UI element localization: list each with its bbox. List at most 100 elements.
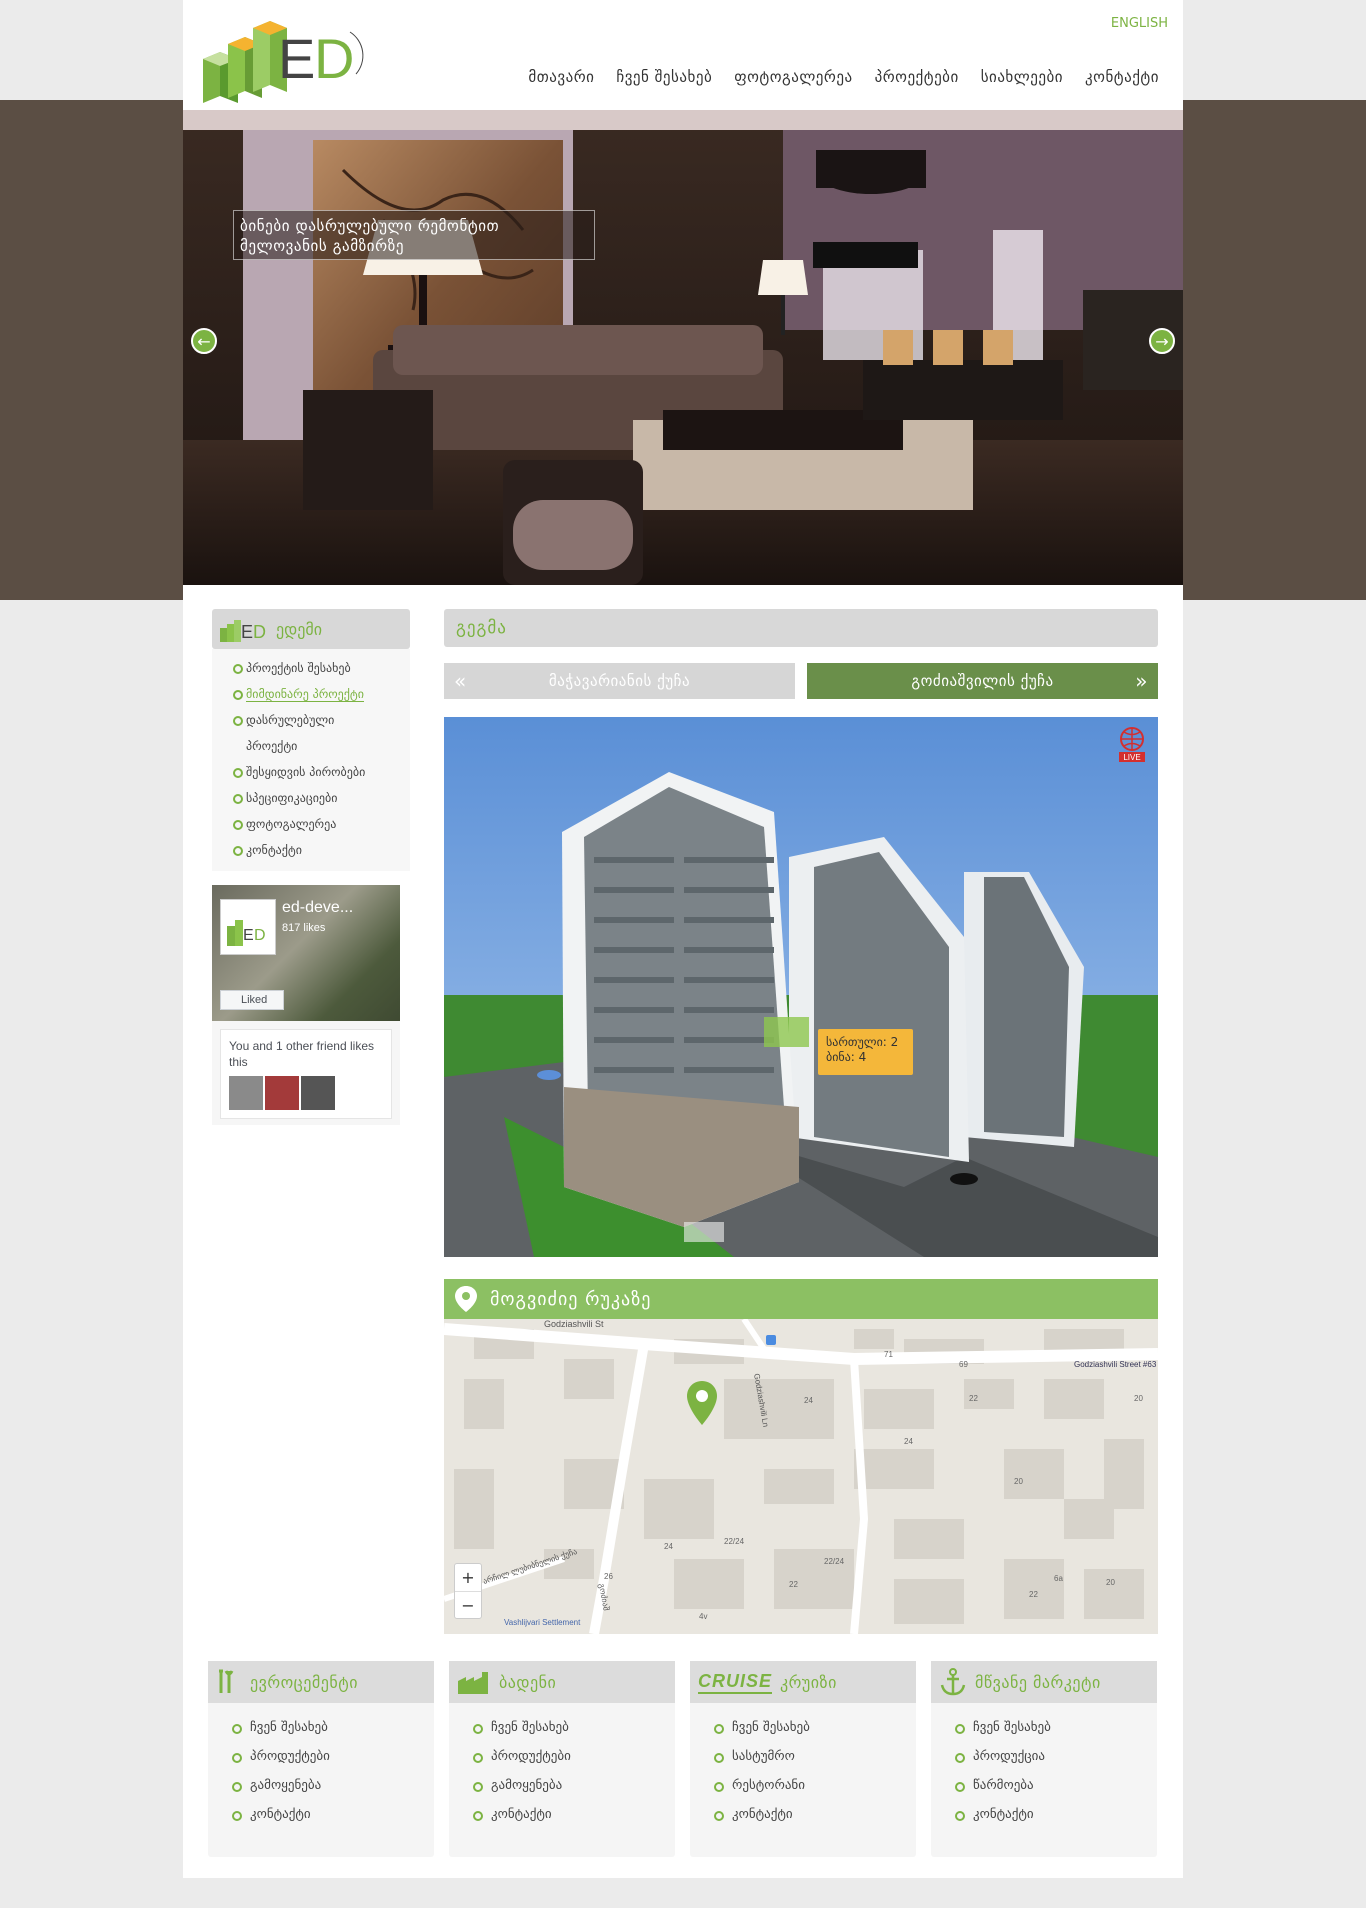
svg-text:E: E bbox=[278, 27, 315, 90]
nav-item-gallery[interactable]: ფოტოგალერეა bbox=[734, 68, 852, 86]
footer-link[interactable]: პროდუქტები bbox=[473, 1742, 675, 1771]
page-container: E D ENGLISH მთავარი ჩვენ შესახებ ფოტოგალ… bbox=[183, 0, 1183, 1878]
tab-godziashvili-street[interactable]: გოძიაშვილის ქუჩა » bbox=[807, 663, 1158, 699]
location-map[interactable]: Godziashvili St Vashlijvari Settlement G… bbox=[444, 1319, 1158, 1634]
map-image: Godziashvili St Vashlijvari Settlement G… bbox=[444, 1319, 1158, 1634]
facebook-cover[interactable]: E D ed-deve... 817 likes Liked bbox=[212, 885, 400, 1021]
footer-column-eurocement: ევროცემენტი ჩვენ შესახებ პროდუქტები გამო… bbox=[208, 1661, 434, 1857]
sidebar-item-gallery[interactable]: ფოტოგალერეა bbox=[222, 811, 410, 837]
slider-next-button[interactable]: → bbox=[1149, 328, 1175, 354]
location-marker-icon[interactable] bbox=[684, 1379, 720, 1427]
house-number: 20 bbox=[1134, 1394, 1143, 1403]
svg-text:E: E bbox=[241, 622, 253, 642]
facebook-page-name[interactable]: ed-deve... bbox=[282, 899, 353, 917]
facebook-friends-text: You and 1 other friend likes this bbox=[229, 1039, 374, 1069]
footer-link[interactable]: გამოყენება bbox=[473, 1771, 675, 1800]
house-number: 6a bbox=[1054, 1574, 1063, 1583]
nav-item-about[interactable]: ჩვენ შესახებ bbox=[616, 68, 712, 86]
facebook-likes-count: 817 likes bbox=[282, 922, 326, 934]
hero-slide-image bbox=[183, 110, 1183, 585]
sidebar-item-specifications[interactable]: სპეციფიკაციები bbox=[222, 785, 410, 811]
footer-link[interactable]: წარმოება bbox=[955, 1771, 1157, 1800]
footer-link[interactable]: ჩვენ შესახებ bbox=[473, 1713, 675, 1742]
tab-label: გოძიაშვილის ქუჩა bbox=[911, 672, 1054, 690]
content-area: E D ედემი პროექტის შესახებ მიმდინარე პრო… bbox=[183, 585, 1183, 1878]
sidebar-title: ედემი bbox=[276, 619, 322, 639]
arrow-right-icon: → bbox=[1155, 332, 1169, 351]
house-number: 24 bbox=[804, 1396, 813, 1405]
footer-link[interactable]: კონტაქტი bbox=[955, 1800, 1157, 1829]
footer-column-title[interactable]: ევროცემენტი bbox=[250, 1673, 358, 1692]
facebook-liked-button[interactable]: Liked bbox=[220, 990, 284, 1010]
sidebar-item-about-project[interactable]: პროექტის შესახებ bbox=[222, 655, 410, 681]
sidebar-item-current-project[interactable]: მიმდინარე პროექტი bbox=[222, 681, 410, 707]
address-label: Godziashvili Street #63 - [1753] bbox=[1074, 1360, 1158, 1369]
avatar[interactable] bbox=[229, 1076, 263, 1110]
sidebar: E D ედემი პროექტის შესახებ მიმდინარე პრო… bbox=[212, 609, 410, 1125]
footer-link[interactable]: ჩვენ შესახებ bbox=[714, 1713, 916, 1742]
sidebar-item-label: დასრულებული bbox=[246, 713, 335, 727]
map-pin-icon bbox=[455, 1286, 477, 1312]
nav-item-news[interactable]: სიახლეები bbox=[981, 68, 1063, 86]
footer-link[interactable]: პროდუქცია bbox=[955, 1742, 1157, 1771]
facebook-widget: E D ed-deve... 817 likes Liked You and 1… bbox=[212, 885, 400, 1125]
tab-machavariani-street[interactable]: « მაჭავარიანის ქუჩა bbox=[444, 663, 795, 699]
house-number: 69 bbox=[959, 1360, 968, 1369]
house-number: 24 bbox=[664, 1542, 673, 1551]
settlement-label: Vashlijvari Settlement bbox=[504, 1618, 581, 1627]
nav-item-projects[interactable]: პროექტები bbox=[875, 68, 959, 86]
footer-link[interactable]: კონტაქტი bbox=[473, 1800, 675, 1829]
footer-column-title[interactable]: ბადენი bbox=[499, 1673, 556, 1692]
footer-link[interactable]: სასტუმრო bbox=[714, 1742, 916, 1771]
zoom-in-button[interactable]: + bbox=[455, 1564, 481, 1592]
nav-item-home[interactable]: მთავარი bbox=[528, 68, 594, 86]
main-nav: მთავარი ჩვენ შესახებ ფოტოგალერეა პროექტე… bbox=[528, 68, 1159, 86]
footer-link[interactable]: პროდუქტები bbox=[232, 1742, 434, 1771]
sidebar-item-label: მიმდინარე პროექტი bbox=[246, 687, 364, 702]
slide-caption: ბინები დასრულებული რემონტით მელოვანის გა… bbox=[233, 210, 595, 260]
map-title: მოგვიძიე რუკაზე bbox=[490, 1288, 652, 1310]
sidebar-item-purchase-terms[interactable]: შესყიდვის პირობები bbox=[222, 759, 410, 785]
anchor-icon bbox=[940, 1668, 966, 1696]
live-label: LIVE bbox=[1123, 753, 1140, 762]
footer-link[interactable]: კონტაქტი bbox=[714, 1800, 916, 1829]
facebook-friend-avatars bbox=[229, 1076, 383, 1110]
sidebar-item-label: პროექტი bbox=[246, 739, 298, 753]
footer-link[interactable]: ჩვენ შესახებ bbox=[955, 1713, 1157, 1742]
house-number: 22/24 bbox=[724, 1537, 745, 1546]
sidebar-item-label: პროექტის შესახებ bbox=[246, 661, 351, 675]
zoom-out-button[interactable]: − bbox=[455, 1592, 481, 1619]
footer-link[interactable]: გამოყენება bbox=[232, 1771, 434, 1800]
building-render[interactable]: LIVE სართული: 2 ბინა: 4 bbox=[444, 717, 1158, 1257]
slider-prev-button[interactable]: ← bbox=[191, 328, 217, 354]
footer-column-title[interactable]: კრუიზი bbox=[780, 1673, 837, 1692]
avatar[interactable] bbox=[265, 1076, 299, 1110]
sidebar-item-label: სპეციფიკაციები bbox=[246, 791, 338, 805]
live-camera-icon[interactable]: LIVE bbox=[1118, 727, 1146, 763]
house-number: 20 bbox=[1106, 1578, 1115, 1587]
sidebar-item-completed-cont[interactable]: პროექტი bbox=[222, 733, 410, 759]
nav-item-contact[interactable]: კონტაქტი bbox=[1085, 68, 1159, 86]
sidebar-item-contact[interactable]: კონტაქტი bbox=[222, 837, 410, 863]
footer-column-header: ბადენი bbox=[449, 1661, 675, 1703]
svg-text:D: D bbox=[254, 927, 266, 944]
double-chevron-right-icon: » bbox=[1135, 669, 1148, 693]
hero-slider: ბინები დასრულებული რემონტით მელოვანის გა… bbox=[183, 110, 1183, 585]
house-number: 22 bbox=[789, 1580, 798, 1589]
footer-column-header: ევროცემენტი bbox=[208, 1661, 434, 1703]
facebook-page-avatar[interactable]: E D bbox=[220, 899, 276, 955]
footer-link[interactable]: ჩვენ შესახებ bbox=[232, 1713, 434, 1742]
footer-link[interactable]: რესტორანი bbox=[714, 1771, 916, 1800]
language-link-english[interactable]: ENGLISH bbox=[1111, 16, 1168, 31]
company-logo[interactable]: E D bbox=[198, 14, 368, 104]
house-number: 4v bbox=[699, 1612, 707, 1621]
footer-column-baden: ბადენი ჩვენ შესახებ პროდუქტები გამოყენებ… bbox=[449, 1661, 675, 1857]
avatar[interactable] bbox=[301, 1076, 335, 1110]
sidebar-item-completed[interactable]: დასრულებული bbox=[222, 707, 410, 733]
sidebar-menu: პროექტის შესახებ მიმდინარე პროექტი დასრუ… bbox=[212, 649, 410, 871]
footer-link[interactable]: კონტაქტი bbox=[232, 1800, 434, 1829]
facebook-friends-box: You and 1 other friend likes this bbox=[220, 1029, 392, 1119]
footer-column-title[interactable]: მწვანე მარკეტი bbox=[975, 1673, 1101, 1692]
svg-text:E: E bbox=[243, 927, 254, 944]
footer-column-header: CRUISE კრუიზი bbox=[690, 1661, 916, 1703]
